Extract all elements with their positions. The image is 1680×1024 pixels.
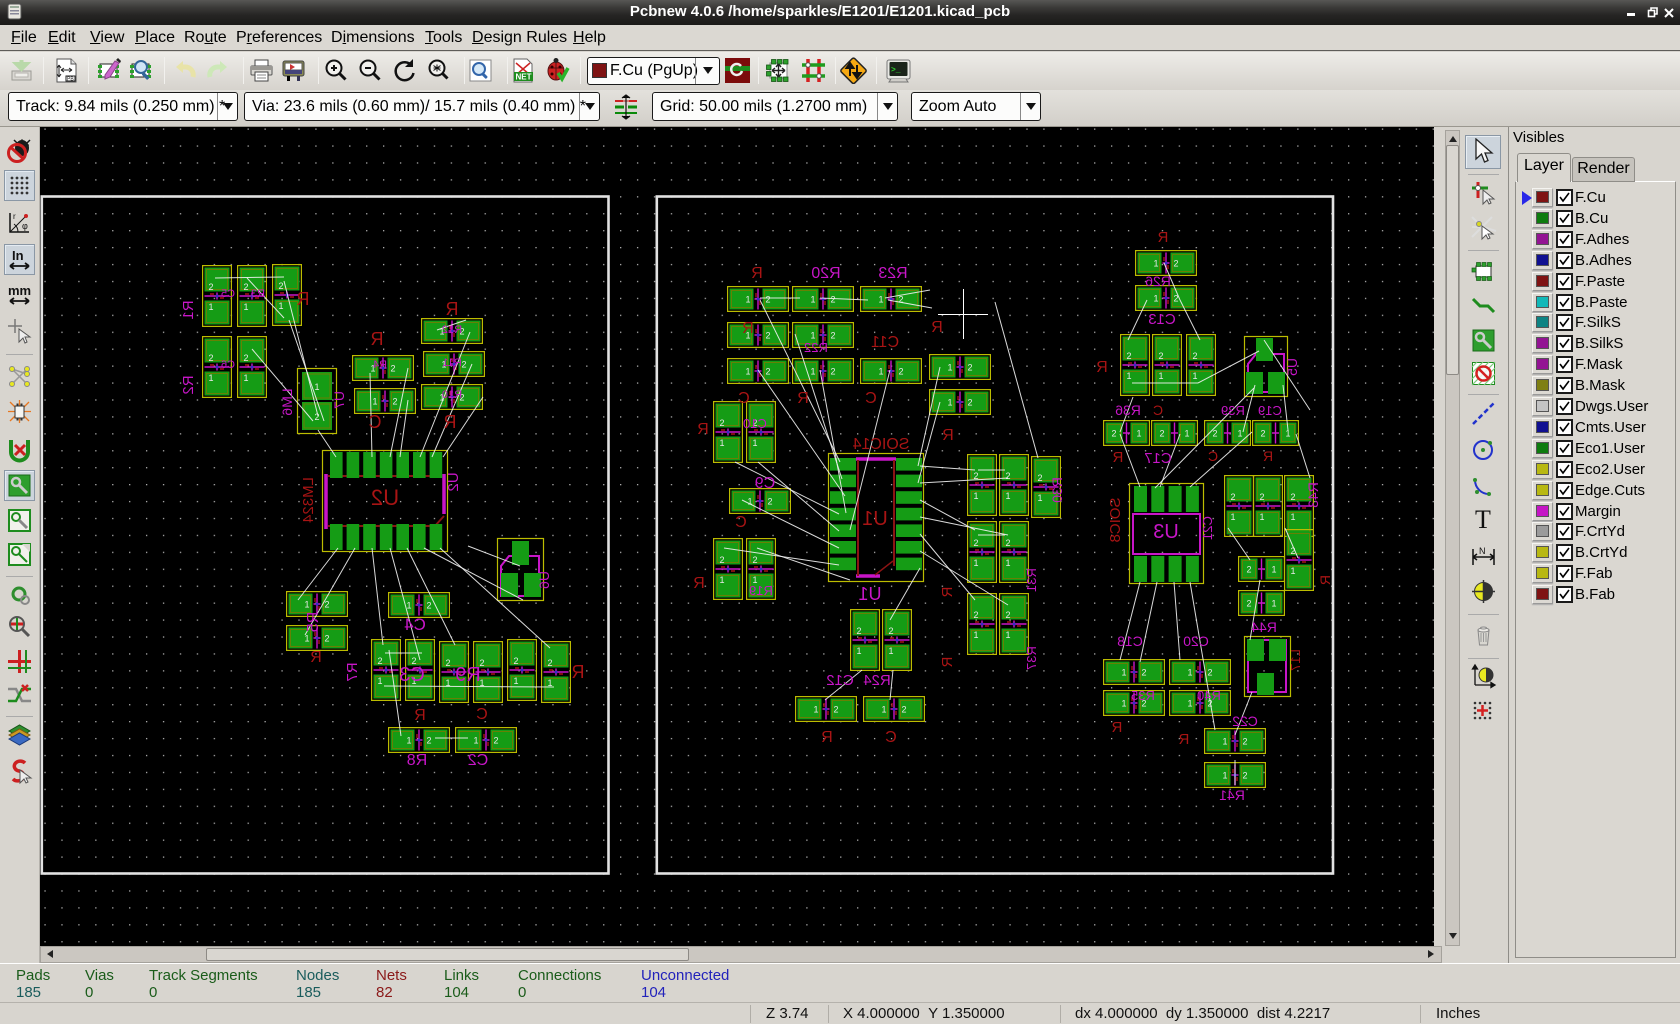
svg-text:R: R bbox=[572, 662, 585, 682]
svg-text:R: R bbox=[297, 289, 310, 309]
svg-text:C: C bbox=[1208, 448, 1218, 464]
svg-text:C: C bbox=[885, 729, 897, 746]
svg-text:R: R bbox=[742, 320, 754, 337]
svg-text:R2: R2 bbox=[180, 375, 197, 394]
svg-text:R31: R31 bbox=[1024, 568, 1039, 592]
svg-text:R: R bbox=[797, 390, 809, 407]
svg-text:C4: C4 bbox=[404, 615, 426, 634]
svg-text:C3: C3 bbox=[399, 664, 425, 686]
svg-text:NET: NET bbox=[516, 73, 532, 82]
svg-text:C10: C10 bbox=[743, 416, 767, 431]
svg-text:C: C bbox=[369, 412, 382, 432]
svg-text:C21: C21 bbox=[1200, 516, 1215, 540]
svg-text:C: C bbox=[1153, 402, 1163, 418]
svg-text:R43: R43 bbox=[1305, 482, 1321, 508]
svg-text:LM6: LM6 bbox=[279, 388, 295, 415]
svg-text:C2: C2 bbox=[468, 752, 489, 769]
svg-text:R26: R26 bbox=[1145, 273, 1171, 289]
svg-text:R11: R11 bbox=[442, 357, 461, 369]
svg-text:R3: R3 bbox=[251, 288, 265, 300]
svg-text:R: R bbox=[1111, 719, 1122, 736]
svg-text:L17: L17 bbox=[1288, 649, 1303, 671]
svg-text:R20: R20 bbox=[811, 265, 840, 282]
svg-text:R: R bbox=[1178, 731, 1189, 748]
svg-text:C: C bbox=[738, 390, 750, 407]
svg-text:r: r bbox=[13, 212, 16, 221]
svg-text:R8: R8 bbox=[407, 752, 428, 769]
svg-text:mm: mm bbox=[8, 283, 31, 298]
svg-text:>_: >_ bbox=[891, 66, 901, 75]
svg-text:R44: R44 bbox=[1251, 619, 1277, 635]
svg-text:R39: R39 bbox=[1221, 403, 1245, 418]
svg-text:C12: C12 bbox=[826, 672, 854, 689]
svg-text:R12: R12 bbox=[442, 324, 462, 336]
svg-text:R: R bbox=[939, 587, 956, 598]
svg-text:C6: C6 bbox=[221, 359, 235, 371]
svg-text:R: R bbox=[931, 319, 943, 336]
svg-text:R24: R24 bbox=[863, 672, 891, 689]
svg-text:C9: C9 bbox=[755, 475, 776, 492]
svg-text:C13: C13 bbox=[1148, 311, 1176, 328]
svg-text:R: R bbox=[1263, 448, 1273, 464]
svg-text:R: R bbox=[697, 421, 709, 438]
svg-text:R: R bbox=[942, 427, 954, 444]
svg-text:T: T bbox=[1475, 505, 1491, 532]
svg-text:LM324: LM324 bbox=[300, 477, 317, 523]
svg-text:U7: U7 bbox=[331, 391, 347, 409]
svg-text:R: R bbox=[371, 329, 384, 349]
svg-text:SOIC14: SOIC14 bbox=[852, 436, 909, 453]
svg-text:C: C bbox=[476, 706, 488, 723]
svg-text:R1: R1 bbox=[180, 300, 197, 319]
svg-text:R: R bbox=[444, 412, 457, 432]
svg-text:R5: R5 bbox=[305, 612, 322, 633]
svg-text:R: R bbox=[310, 649, 322, 666]
svg-text:R: R bbox=[1317, 575, 1333, 585]
svg-text:R30: R30 bbox=[1049, 477, 1065, 503]
svg-text:R: R bbox=[1096, 359, 1108, 376]
svg-text:R: R bbox=[1112, 449, 1123, 466]
svg-text:R7: R7 bbox=[344, 662, 361, 681]
svg-text:C20: C20 bbox=[1183, 633, 1209, 649]
svg-text:R10: R10 bbox=[442, 389, 462, 401]
svg-text:C: C bbox=[865, 390, 877, 407]
svg-text:R: R bbox=[939, 657, 956, 668]
svg-text:C11: C11 bbox=[871, 334, 899, 351]
svg-text:R36: R36 bbox=[1115, 402, 1141, 418]
svg-text:U2: U2 bbox=[371, 485, 399, 510]
svg-text:R23: R23 bbox=[878, 265, 907, 282]
svg-text:U3: U3 bbox=[1153, 521, 1179, 543]
svg-text:φ: φ bbox=[22, 221, 28, 231]
svg-text:R40: R40 bbox=[1197, 688, 1221, 703]
svg-text:C22: C22 bbox=[1232, 713, 1258, 729]
svg-text:U1: U1 bbox=[862, 508, 888, 530]
svg-text:C19: C19 bbox=[1258, 403, 1282, 418]
svg-text:R: R bbox=[414, 707, 426, 724]
svg-text:U2: U2 bbox=[445, 472, 462, 491]
svg-text:R35: R35 bbox=[1131, 688, 1155, 703]
svg-text:U5: U5 bbox=[1284, 358, 1300, 376]
svg-text:R37: R37 bbox=[1024, 646, 1039, 670]
svg-text:R9: R9 bbox=[455, 664, 481, 686]
svg-text:R4: R4 bbox=[373, 359, 387, 371]
svg-text:C17: C17 bbox=[1144, 450, 1172, 467]
svg-text:R: R bbox=[446, 299, 459, 319]
svg-text:R: R bbox=[821, 729, 833, 746]
svg-text:In: In bbox=[12, 248, 24, 263]
svg-text:N: N bbox=[1479, 546, 1486, 556]
svg-text:PB: PB bbox=[67, 77, 74, 83]
svg-text:C: C bbox=[735, 514, 747, 531]
svg-text:1: 1 bbox=[314, 382, 319, 392]
svg-text:SOIC8: SOIC8 bbox=[1107, 497, 1124, 542]
svg-text:R: R bbox=[1157, 229, 1168, 246]
svg-text:U1: U1 bbox=[858, 584, 881, 604]
svg-text:R22: R22 bbox=[804, 340, 828, 355]
svg-text:C5: C5 bbox=[221, 288, 235, 300]
svg-text:R: R bbox=[751, 265, 763, 282]
svg-text:U6: U6 bbox=[536, 571, 552, 589]
svg-text:R: R bbox=[693, 575, 705, 592]
svg-text:R19: R19 bbox=[749, 583, 773, 598]
svg-text:R41: R41 bbox=[1219, 787, 1245, 803]
svg-text:C18: C18 bbox=[1117, 633, 1143, 649]
